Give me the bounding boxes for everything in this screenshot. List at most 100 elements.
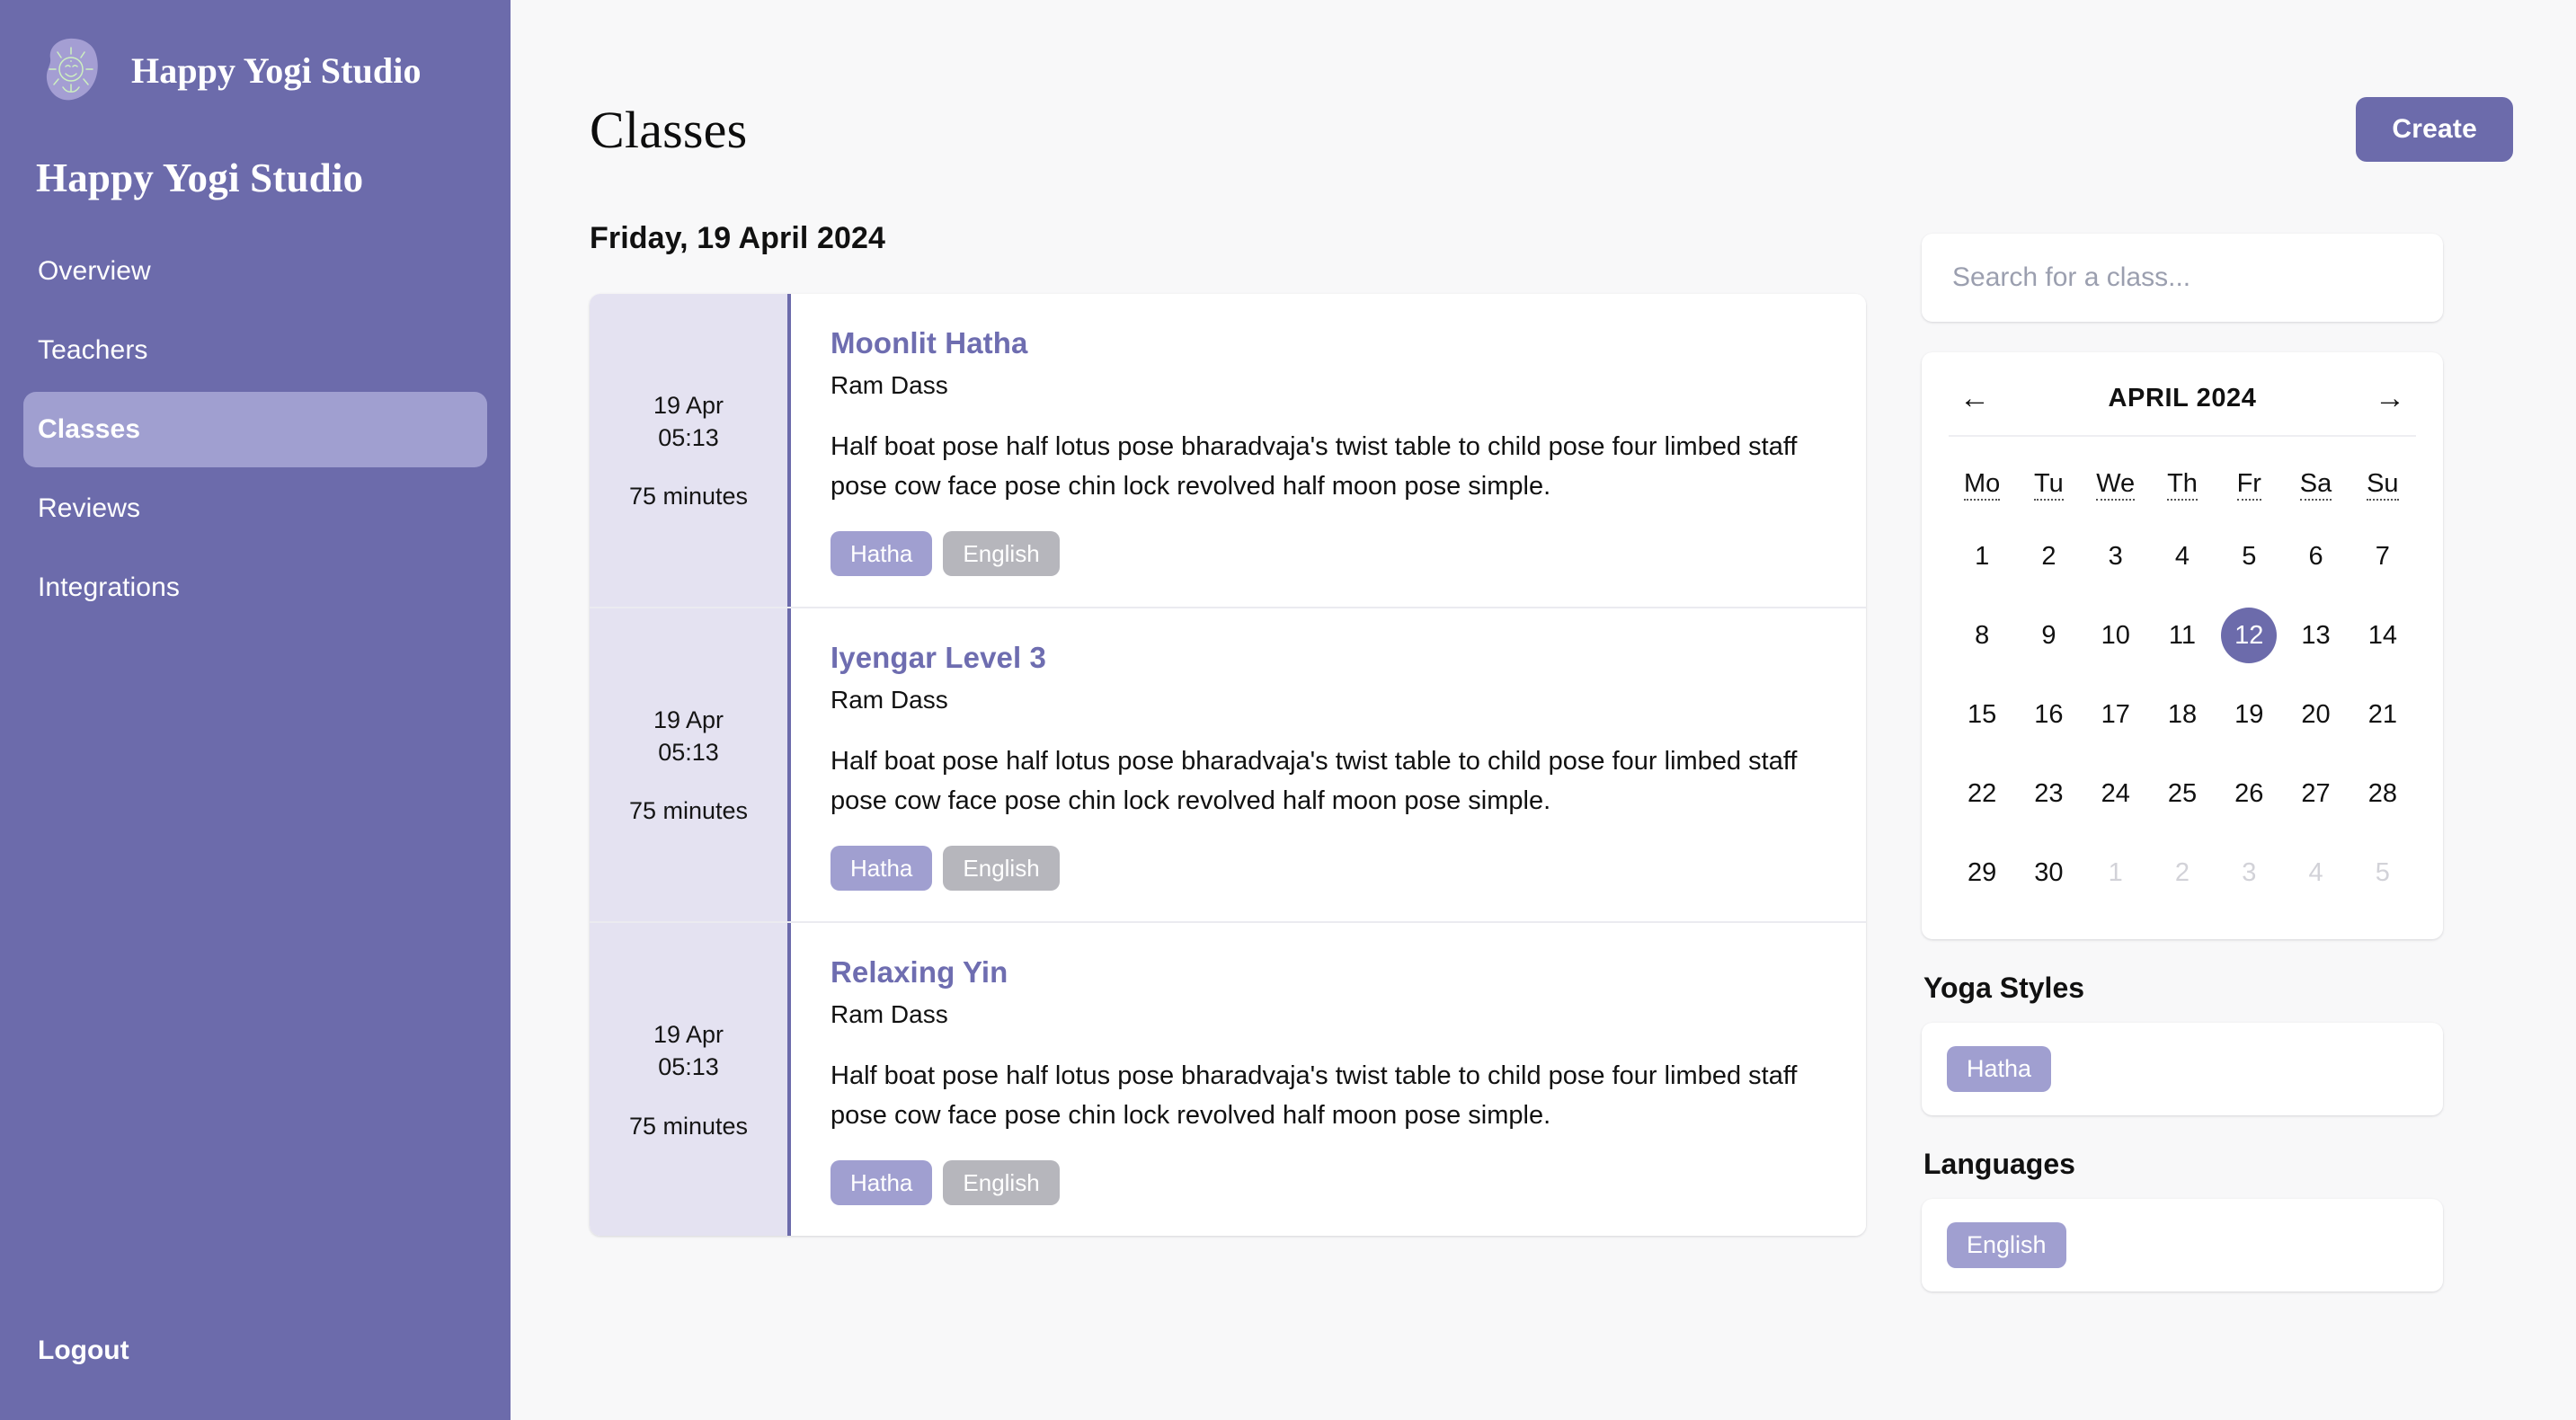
class-list-column: Friday, 19 April 2024 19 Apr 05:13 75 mi… (590, 221, 1866, 1237)
search-input[interactable] (1922, 234, 2443, 322)
calendar-day-cell[interactable]: 22 (1949, 754, 2015, 833)
calendar-day-cell-muted[interactable]: 4 (2282, 833, 2349, 912)
sidebar-item-overview[interactable]: Overview (23, 234, 487, 309)
calendar-day-cell[interactable]: 30 (2015, 833, 2082, 912)
sun-face-icon (36, 35, 106, 105)
class-time-column: 19 Apr 05:13 75 minutes (590, 608, 791, 922)
arrow-right-icon[interactable]: → (2369, 381, 2411, 415)
sidebar-item-label: Reviews (38, 493, 141, 523)
calendar-day-cell[interactable]: 20 (2282, 675, 2349, 754)
calendar-day-cell-muted[interactable]: 2 (2149, 833, 2216, 912)
sidebar-item-integrations[interactable]: Integrations (23, 550, 487, 626)
calendar-day-cell[interactable]: 19 (2216, 675, 2282, 754)
calendar-day-cell[interactable]: 29 (1949, 833, 2015, 912)
calendar-day: 5 (2375, 857, 2390, 887)
calendar-weekday-label: Tu (2034, 469, 2064, 501)
calendar-day: 9 (2041, 620, 2056, 650)
languages-panel: English (1922, 1199, 2443, 1291)
calendar-day: 23 (2034, 778, 2064, 808)
calendar-day: 27 (2301, 778, 2331, 808)
calendar-weekday: Tu (2015, 449, 2082, 517)
class-teacher: Ram Dass (831, 1000, 948, 1029)
calendar-day-cell[interactable]: 26 (2216, 754, 2282, 833)
calendar-day-cell[interactable]: 8 (1949, 596, 2015, 675)
calendar-day-cell[interactable]: 23 (2015, 754, 2082, 833)
class-title[interactable]: Relaxing Yin (831, 955, 1826, 990)
calendar-day-cell[interactable]: 24 (2083, 754, 2149, 833)
sidebar-item-classes[interactable]: Classes (23, 392, 487, 467)
calendar-day: 16 (2034, 699, 2064, 729)
date-heading: Friday, 19 April 2024 (590, 221, 886, 255)
class-duration: 75 minutes (628, 483, 749, 510)
calendar-day: 19 (2234, 699, 2264, 729)
calendar-weekday: Sa (2282, 449, 2349, 517)
class-title[interactable]: Iyengar Level 3 (831, 641, 1826, 675)
calendar-day: 1 (1975, 541, 1990, 571)
calendar-day-cell[interactable]: 9 (2015, 596, 2082, 675)
yoga-style-chip[interactable]: Hatha (1947, 1046, 2052, 1092)
calendar-day-cell[interactable]: 3 (2083, 517, 2149, 596)
brand-row[interactable]: Happy Yogi Studio (0, 0, 511, 117)
class-date: 19 Apr (653, 1021, 724, 1049)
calendar-day-cell[interactable]: 27 (2282, 754, 2349, 833)
calendar-weekday: We (2083, 449, 2149, 517)
calendar-week-row: 29 30 1 2 3 4 5 (1949, 833, 2416, 912)
calendar-day-cell[interactable]: 1 (1949, 517, 2015, 596)
calendar-weekday: Su (2349, 449, 2416, 517)
class-card[interactable]: 19 Apr 05:13 75 minutes Relaxing Yin Ram… (590, 923, 1866, 1237)
sidebar-item-label: Classes (38, 414, 141, 444)
calendar-day: 3 (2108, 541, 2123, 571)
class-card[interactable]: 19 Apr 05:13 75 minutes Moonlit Hatha Ra… (590, 294, 1866, 609)
arrow-left-icon[interactable]: ← (1954, 381, 1995, 415)
class-time: 05:13 (658, 1052, 719, 1080)
calendar-day-cell-muted[interactable]: 1 (2083, 833, 2149, 912)
calendar-day-cell[interactable]: 15 (1949, 675, 2015, 754)
calendar-day-cell[interactable]: 5 (2216, 517, 2282, 596)
calendar-day-cell[interactable]: 18 (2149, 675, 2216, 754)
calendar-day-cell-selected[interactable]: 12 (2216, 596, 2282, 675)
sidebar-item-teachers[interactable]: Teachers (23, 313, 487, 388)
class-time-column: 19 Apr 05:13 75 minutes (590, 923, 791, 1237)
calendar-day: 13 (2301, 620, 2331, 650)
calendar-day: 1 (2108, 857, 2123, 887)
class-card-body: Iyengar Level 3 Ram Dass Half boat pose … (791, 608, 1866, 921)
class-time-column: 19 Apr 05:13 75 minutes (590, 294, 791, 608)
class-description: Half boat pose half lotus pose bharadvaj… (831, 432, 1798, 501)
calendar-day-cell-muted[interactable]: 5 (2349, 833, 2416, 912)
calendar-day-cell[interactable]: 4 (2149, 517, 2216, 596)
class-language-tag: English (943, 846, 1060, 892)
calendar-day-cell[interactable]: 2 (2015, 517, 2082, 596)
class-style-tag: Hatha (831, 1160, 933, 1206)
search-panel (1922, 234, 2443, 322)
class-card[interactable]: 19 Apr 05:13 75 minutes Iyengar Level 3 … (590, 608, 1866, 924)
calendar-day-cell[interactable]: 13 (2282, 596, 2349, 675)
sidebar-item-label: Overview (38, 256, 151, 286)
yoga-styles-panel: Hatha (1922, 1023, 2443, 1115)
sidebar-item-reviews[interactable]: Reviews (23, 471, 487, 546)
calendar-header: ← APRIL 2024 → (1949, 376, 2416, 437)
calendar-day-cell[interactable]: 7 (2349, 517, 2416, 596)
logout-link[interactable]: Logout (38, 1336, 129, 1366)
calendar-day: 26 (2234, 778, 2264, 808)
calendar-day: 29 (1968, 857, 1997, 887)
calendar-day-cell[interactable]: 28 (2349, 754, 2416, 833)
calendar-day-cell-muted[interactable]: 3 (2216, 833, 2282, 912)
create-button[interactable]: Create (2356, 97, 2513, 162)
calendar-weekday: Th (2149, 449, 2216, 517)
calendar-day-cell[interactable]: 11 (2149, 596, 2216, 675)
calendar-day-cell[interactable]: 17 (2083, 675, 2149, 754)
studio-title: Happy Yogi Studio (36, 155, 364, 200)
calendar-day: 8 (1975, 620, 1990, 650)
sidebar-filters-column: ← APRIL 2024 → Mo Tu We Th Fr (1922, 221, 2443, 1291)
language-chip[interactable]: English (1947, 1222, 2066, 1268)
class-title[interactable]: Moonlit Hatha (831, 326, 1826, 360)
calendar-day: 15 (1968, 699, 1997, 729)
class-description: Half boat pose half lotus pose bharadvaj… (831, 747, 1798, 816)
calendar-day-cell[interactable]: 14 (2349, 596, 2416, 675)
calendar-day-cell[interactable]: 25 (2149, 754, 2216, 833)
class-time: 05:13 (658, 423, 719, 451)
calendar-day-cell[interactable]: 6 (2282, 517, 2349, 596)
calendar-day-cell[interactable]: 10 (2083, 596, 2149, 675)
calendar-day-cell[interactable]: 16 (2015, 675, 2082, 754)
calendar-day-cell[interactable]: 21 (2349, 675, 2416, 754)
